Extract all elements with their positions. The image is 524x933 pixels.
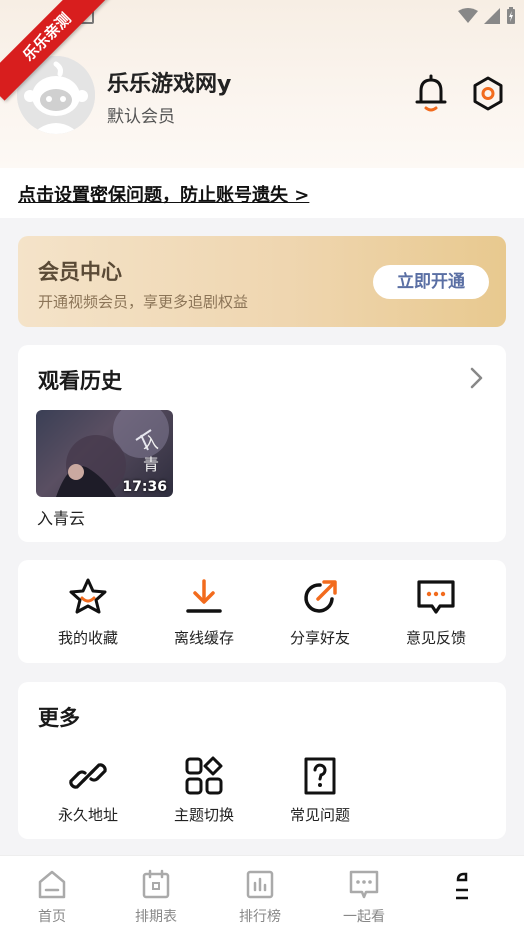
permanent-address-button[interactable]: 永久地址	[30, 756, 146, 825]
favorites-label: 我的收藏	[57, 629, 118, 647]
history-thumbnail[interactable]: 入青 17:36	[36, 410, 173, 497]
wifi-icon	[458, 8, 478, 23]
security-banner: 点击设置密保问题，防止账号遗失 >	[0, 168, 524, 218]
faq-icon	[304, 757, 336, 795]
nav-schedule[interactable]: 排期表	[104, 868, 208, 926]
share-button[interactable]: 分享好友	[262, 577, 378, 648]
calendar-icon	[142, 869, 170, 899]
vip-activate-button[interactable]: 立即开通	[373, 265, 489, 299]
more-title: 更多	[38, 706, 80, 730]
theme-switch-button[interactable]: 主题切换	[146, 756, 262, 825]
nav-schedule-label: 排期表	[135, 909, 177, 925]
feedback-button[interactable]: 意见反馈	[378, 577, 494, 648]
offline-cache-button[interactable]: 离线缓存	[146, 577, 262, 648]
star-icon	[69, 578, 107, 614]
offline-cache-label: 离线缓存	[173, 629, 234, 647]
battery-charging-icon	[507, 7, 515, 24]
vip-title: 会员中心	[38, 260, 122, 284]
chevron-right-icon[interactable]	[466, 365, 486, 391]
nav-home[interactable]: 首页	[0, 868, 104, 926]
faq-label: 常见问题	[289, 806, 350, 824]
theme-icon	[185, 756, 223, 795]
signal-icon	[484, 8, 500, 24]
nav-watch-together[interactable]: 一起看	[312, 868, 416, 926]
vip-card[interactable]: 会员中心 开通视频会员，享更多追剧权益 立即开通	[18, 236, 506, 327]
settings-hex-icon[interactable]	[470, 74, 506, 114]
favorites-button[interactable]: 我的收藏	[30, 577, 146, 648]
security-question-link[interactable]: 点击设置密保问题，防止账号遗失 >	[18, 181, 309, 207]
home-icon	[38, 870, 66, 899]
nav-home-label: 首页	[38, 909, 66, 925]
chat-icon	[349, 870, 379, 899]
feedback-icon	[417, 580, 455, 614]
watch-progress-time: 17:36	[122, 479, 167, 495]
member-level: 默认会员	[107, 107, 175, 127]
history-title: 观看历史	[38, 369, 122, 393]
feedback-label: 意见反馈	[405, 629, 466, 647]
faq-button[interactable]: 常见问题	[262, 756, 378, 825]
download-icon	[186, 579, 222, 613]
share-icon	[304, 580, 337, 613]
vip-subtitle: 开通视频会员，享更多追剧权益	[38, 293, 249, 311]
nav-ranking[interactable]: 排行榜	[208, 868, 312, 926]
profile-icon	[456, 872, 468, 900]
bell-icon[interactable]	[413, 74, 449, 114]
quick-actions-card: 我的收藏 离线缓存 分享好友 意见反馈	[18, 560, 506, 663]
bottom-nav: 首页 排期表 排行榜 一起看	[0, 855, 524, 933]
permanent-address-label: 永久地址	[57, 806, 118, 824]
username: 乐乐游戏网y	[107, 72, 232, 97]
theme-switch-label: 主题切换	[173, 806, 234, 824]
more-card: 更多 永久地址 主题切换 常见问题	[18, 682, 506, 839]
nav-profile[interactable]	[416, 868, 520, 914]
nav-watch-together-label: 一起看	[343, 909, 385, 925]
link-icon	[69, 763, 107, 789]
history-item-title[interactable]: 入青云	[37, 505, 85, 529]
nav-ranking-label: 排行榜	[239, 909, 281, 925]
poster-text: 入青	[143, 433, 160, 474]
chart-icon	[246, 870, 274, 899]
share-label: 分享好友	[289, 629, 350, 647]
history-card: 观看历史 入青 17:36 入青云	[18, 345, 506, 542]
